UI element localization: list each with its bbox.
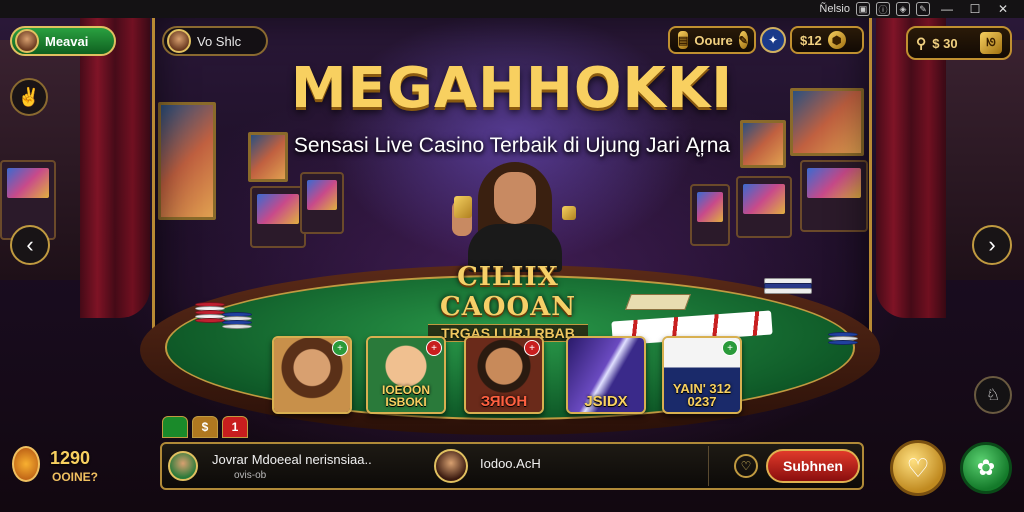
page-title: MEGAHHOKKI (290, 56, 734, 121)
next-button[interactable]: › (972, 225, 1012, 265)
gold-nugget-icon (562, 206, 576, 220)
maximize-button[interactable]: ☐ (964, 1, 986, 17)
tab-coin[interactable]: $ (192, 416, 218, 438)
card-badge: + (722, 340, 738, 356)
notification-button[interactable]: ♘ (974, 376, 1012, 414)
mini-tabs: $ 1 (162, 416, 248, 438)
coin-icon: ▤ (678, 31, 689, 49)
game-card[interactable]: YAIN' 312 0237 + (662, 336, 742, 414)
heart-icon: ♡ (906, 452, 930, 483)
pencil-icon: ✎ (738, 31, 748, 49)
window-info-icon[interactable]: ⓘ (876, 2, 890, 16)
game-card[interactable]: IOEOON ISBOKI + (366, 336, 446, 414)
coins-value: Ooure (694, 32, 733, 48)
chip-stack (222, 312, 252, 329)
favorite-button[interactable]: ♡ (890, 440, 946, 496)
game-card-label: YAIN' 312 0237 (672, 381, 732, 409)
player-label: Vo Shlc (197, 33, 242, 49)
user-button[interactable]: Meavai (10, 26, 116, 56)
coins-display[interactable]: ▤ Ooure ✎ (668, 26, 756, 54)
game-card-label: IOEOON ISBOKI (381, 383, 430, 409)
message-name: Jovrar Mdoeeal nerisnsiaa.. (212, 452, 372, 467)
card-shoe (625, 294, 691, 310)
chip-stack (828, 332, 858, 345)
prev-button[interactable]: ‹ (10, 225, 50, 265)
game-card-label: JSIDX (584, 393, 628, 410)
divider (708, 446, 709, 486)
settings-gear-icon: ✦ (767, 33, 779, 47)
live-dealer (450, 162, 580, 272)
submit-button[interactable]: Subhnen (766, 449, 860, 483)
game-card-label: ЗЯІОН (480, 393, 528, 410)
jackpot-amount: 1290 (50, 448, 91, 468)
chips-value: $12 (800, 32, 822, 48)
game-card[interactable]: ЗЯІОН + (464, 336, 544, 414)
close-button[interactable]: ✕ (992, 1, 1014, 17)
card-badge: + (332, 340, 348, 356)
chip-stack (195, 302, 225, 323)
user-avatar (15, 29, 39, 53)
table-banner: CILIIX CAOOAN TRGAS LURJ RBAB (410, 262, 606, 342)
flower-icon: ✿ (976, 455, 996, 480)
user-label: Meavai (45, 33, 89, 49)
balance-value: $ 30 (932, 35, 958, 51)
minimize-button[interactable]: — (936, 1, 958, 17)
settings-button[interactable]: ✦ (760, 27, 786, 53)
game-card[interactable]: + (272, 336, 352, 414)
page-subtitle: Sensasi Live Casino Terbaik di Ujung Jar… (293, 134, 731, 157)
message-sub: ovis-ob (234, 470, 267, 481)
window-pin-icon[interactable]: ✎ (916, 2, 930, 16)
chevron-right-icon: › (988, 232, 996, 257)
balance-display[interactable]: ⚲ $ 30 ᘚ (906, 26, 1012, 60)
bottom-bar: Jovrar Mdoeeal nerisnsiaa.. ovis-ob Iodo… (160, 442, 864, 490)
player-button[interactable]: Vo Shlc (162, 26, 268, 56)
chips-display[interactable]: $12 ⬢ (790, 26, 864, 54)
message-avatar[interactable] (168, 451, 198, 481)
tab-green[interactable] (162, 416, 188, 438)
menu-button[interactable]: ✿ (960, 442, 1012, 494)
tab-count[interactable]: 1 (222, 416, 248, 438)
card-badge: + (426, 340, 442, 356)
card-deck (764, 278, 812, 294)
card-badge: + (524, 340, 540, 356)
gift-icon: ᘚ (980, 32, 1002, 54)
heart-icon: ♡ (740, 459, 752, 473)
gold-bar-icon (454, 196, 472, 218)
table-banner-title: CILIIX CAOOAN (439, 262, 577, 322)
player-avatar (167, 29, 191, 53)
game-card[interactable]: JSIDX (566, 336, 646, 414)
emoji-icon: ✌ (17, 86, 41, 107)
treasure-icon (12, 446, 40, 482)
window-titlebar: Ñelsio ▣ ⓘ ◈ ✎ — ☐ ✕ (0, 0, 1024, 18)
window-shield-icon[interactable]: ◈ (896, 2, 910, 16)
window-title: Ñelsio (819, 3, 850, 15)
second-avatar[interactable] (434, 449, 468, 483)
heart-small-button[interactable]: ♡ (734, 454, 758, 478)
search-icon: ⚲ (916, 34, 927, 51)
emoji-button[interactable]: ✌ (10, 78, 48, 116)
window-menu-icon[interactable]: ▣ (856, 2, 870, 16)
chevron-left-icon: ‹ (26, 232, 34, 257)
chip-icon: ⬢ (827, 31, 846, 49)
bell-icon: ♘ (985, 387, 1001, 404)
second-name: Iodoo.AcH (480, 456, 541, 471)
jackpot-sub: OOINE? (52, 470, 99, 484)
